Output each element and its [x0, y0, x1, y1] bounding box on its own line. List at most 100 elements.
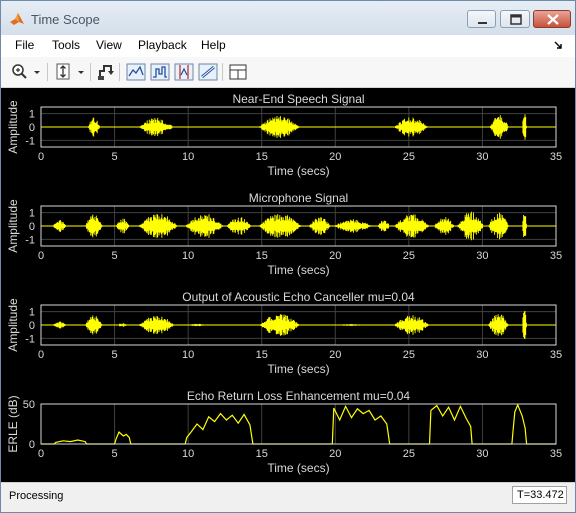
plot2-burst [116, 218, 130, 234]
plot4-xtick-label: 20 [329, 448, 341, 460]
status-text: Processing [9, 490, 64, 502]
plot3-xtick-label: 15 [256, 349, 268, 361]
plot2-xtick-label: 35 [550, 250, 562, 262]
plot1-burst [259, 116, 300, 138]
dock-pin-icon[interactable] [552, 39, 564, 51]
plot2-burst [138, 214, 178, 238]
plot2-xtick-label: 15 [256, 250, 268, 262]
plot2-burst [488, 212, 510, 240]
matlab-logo-icon [10, 13, 24, 25]
plot1-xtick-label: 30 [476, 151, 488, 163]
plot3-xtick-label: 5 [112, 349, 118, 361]
plot2-xtick-label: 0 [38, 250, 44, 262]
plot3-xtick-label: 20 [329, 349, 341, 361]
plot3-burst [488, 314, 510, 336]
plot4-trace [41, 403, 556, 445]
scale-options-dropdown[interactable] [75, 61, 87, 83]
plot1-burst [394, 117, 429, 137]
layout-button[interactable] [227, 61, 249, 83]
plot2-xtick-label: 20 [329, 250, 341, 262]
menu-tools[interactable]: Tools [52, 38, 80, 52]
minimize-button[interactable] [467, 10, 496, 28]
plot1-burst [490, 115, 510, 139]
plot1-xtick-label: 10 [182, 151, 194, 163]
highlight-simulink-icon [98, 65, 114, 80]
plot1-ytick-label: -1 [25, 135, 35, 147]
toolbar-separator [222, 63, 223, 81]
plot2-burst [53, 220, 66, 232]
plot3-burst [85, 315, 104, 335]
plot2-ytick-label: 0 [29, 221, 35, 233]
menu-file[interactable]: File [15, 38, 34, 52]
menu-view[interactable]: View [96, 38, 122, 52]
highlight-simulink-button[interactable] [95, 61, 117, 83]
plot3-xtick-label: 25 [403, 349, 415, 361]
plot3-burst [188, 323, 206, 327]
plot4-frame [40, 403, 557, 445]
scope-plots: Near-End Speech Signal0 5 10 15 20 25 30 3510-1… [6, 92, 562, 475]
plot1-xtick-label: 5 [112, 151, 118, 163]
plot1-ylabel: Amplitude [6, 100, 20, 154]
plot2-burst [259, 214, 302, 238]
plot3-ytick-label: 0 [29, 320, 35, 332]
menu-help[interactable]: Help [201, 38, 226, 52]
plot2-burst [185, 214, 224, 238]
plot1-burst [138, 117, 174, 137]
signal-statistics-button[interactable] [149, 61, 171, 83]
plot3-ytick-label: -1 [25, 333, 35, 345]
plot2-xlabel: Time (secs) [267, 263, 329, 277]
plot4-xtick-label: 10 [182, 448, 194, 460]
plot3-ylabel: Amplitude [6, 298, 20, 352]
plot3-title: Output of Acoustic Echo Canceller mu=0.0… [182, 290, 415, 304]
plot1-ytick-label: 0 [29, 122, 35, 134]
toolbar-separator [90, 63, 91, 81]
plot2-xtick-label: 25 [403, 250, 415, 262]
plot2-burst [522, 215, 527, 237]
plot2-burst [309, 217, 331, 235]
plot3-ytick-label: 1 [29, 307, 35, 319]
plot1-title: Near-End Speech Signal [232, 92, 364, 106]
plot3-burst [53, 321, 66, 329]
cursor-measurements-icon [174, 63, 194, 81]
plot4-xtick-label: 35 [550, 448, 562, 460]
plot1-xtick-label: 0 [38, 151, 44, 163]
plot4-ylabel: ERLE (dB) [6, 395, 20, 452]
cursor-measurements-button[interactable] [173, 61, 195, 83]
zoom-in-button[interactable] [9, 61, 31, 83]
scope-display: Near-End Speech Signal 0 5 10 15 20 25 30 35 1 0 -1… [1, 88, 575, 482]
close-button[interactable] [533, 10, 571, 28]
plot4-xtick-label: 25 [403, 448, 415, 460]
simulation-time-box: T=33.472 [512, 486, 567, 504]
minimize-icon [478, 22, 487, 24]
plot1-burst [522, 114, 527, 140]
zoom-options-dropdown[interactable] [31, 61, 43, 83]
plot2-burst [85, 214, 104, 238]
layout-icon [229, 64, 247, 80]
plot1-ytick-label: 1 [29, 109, 35, 121]
plot2-burst [434, 217, 455, 235]
plot2-burst [394, 214, 430, 238]
simulation-time: T=33.472 [517, 489, 564, 501]
plot4-xlabel: Time (secs) [267, 461, 329, 475]
plot2-burst [457, 211, 484, 241]
triggers-button[interactable] [125, 61, 147, 83]
toolbar [1, 57, 575, 88]
plot4-title: Echo Return Loss Enhancement mu=0.04 [187, 389, 410, 403]
plot3-burst [337, 324, 364, 326]
plot4-xtick-label: 15 [256, 448, 268, 460]
menu-playback[interactable]: Playback [138, 38, 187, 52]
plot2-ytick-label: -1 [25, 234, 35, 246]
plot4-ytick-label: 0 [29, 439, 35, 451]
plot3-burst [117, 323, 128, 327]
status-bar: Processing T=33.472 [1, 482, 575, 512]
plot2-ytick-label: 1 [29, 208, 35, 220]
plot3-xtick-label: 30 [476, 349, 488, 361]
maximize-button[interactable] [500, 10, 530, 28]
scale-axes-button[interactable] [53, 61, 75, 83]
toolbar-separator [47, 63, 48, 81]
bilevel-measurements-button[interactable] [197, 61, 219, 83]
plot4-ytick-label: 50 [23, 399, 35, 411]
plot2-burst [378, 220, 390, 232]
plot2-title: Microphone Signal [249, 191, 348, 205]
menu-bar: File Tools View Playback Help [1, 35, 575, 57]
